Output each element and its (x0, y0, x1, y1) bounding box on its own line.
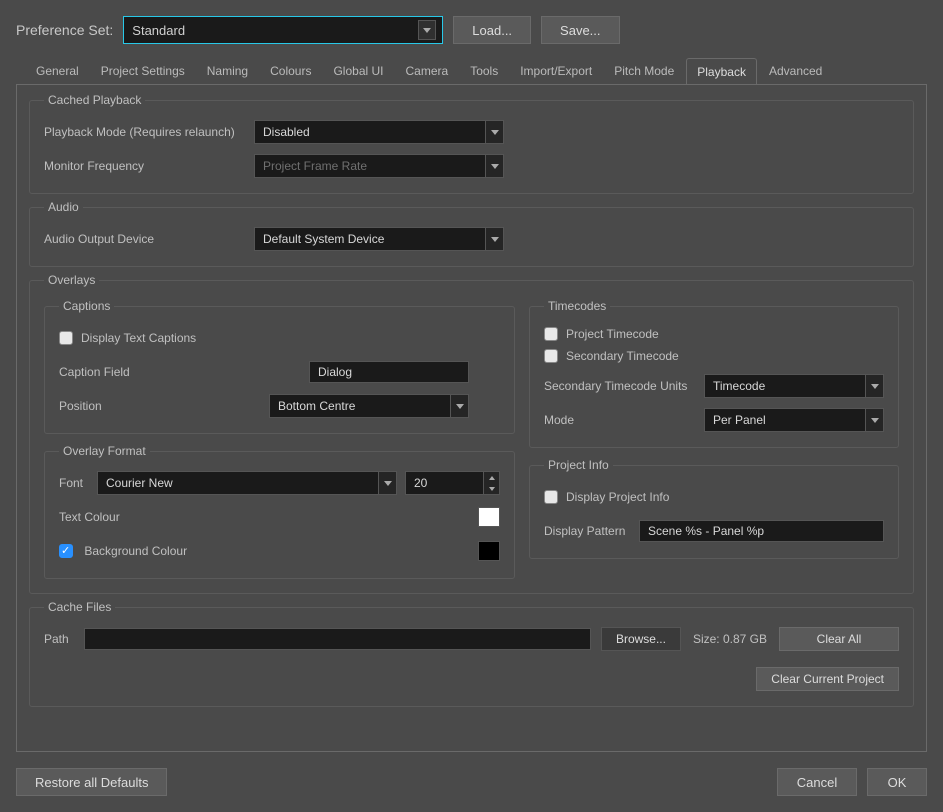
font-select[interactable]: Courier New (97, 471, 397, 495)
footer-row: Restore all Defaults Cancel OK (16, 768, 927, 796)
tab-project-settings[interactable]: Project Settings (91, 58, 195, 85)
chevron-down-icon[interactable] (865, 375, 883, 397)
chevron-down-icon[interactable] (485, 228, 503, 250)
tab-global-ui[interactable]: Global UI (323, 58, 393, 85)
overlay-format-legend: Overlay Format (59, 444, 150, 458)
audio-output-label: Audio Output Device (44, 232, 254, 246)
tab-naming[interactable]: Naming (197, 58, 258, 85)
audio-group: Audio Audio Output Device Default System… (29, 200, 914, 267)
tab-colours[interactable]: Colours (260, 58, 321, 85)
captions-legend: Captions (59, 299, 114, 313)
overlays-legend: Overlays (44, 273, 99, 287)
cached-playback-legend: Cached Playback (44, 93, 145, 107)
playback-mode-select[interactable]: Disabled (254, 120, 504, 144)
caption-field-input[interactable]: Dialog (309, 361, 469, 383)
background-colour-label: Background Colour (84, 544, 187, 558)
display-project-info-checkbox[interactable] (544, 490, 558, 504)
restore-defaults-button[interactable]: Restore all Defaults (16, 768, 167, 796)
captions-group: Captions Display Text Captions Caption F… (44, 299, 515, 434)
preference-set-label: Preference Set: (16, 22, 113, 38)
tab-general[interactable]: General (26, 58, 89, 85)
text-colour-swatch[interactable] (478, 507, 500, 527)
display-text-captions-label: Display Text Captions (81, 331, 196, 345)
path-label: Path (44, 632, 74, 646)
preference-set-select[interactable]: Standard (123, 16, 443, 44)
font-size-spinner[interactable]: 20 (405, 471, 500, 495)
secondary-units-label: Secondary Timecode Units (544, 379, 704, 393)
tab-playback[interactable]: Playback (686, 58, 757, 85)
cache-size-label: Size: 0.87 GB (693, 632, 767, 646)
header-row: Preference Set: Standard Load... Save... (16, 16, 927, 44)
secondary-timecode-label: Secondary Timecode (566, 349, 679, 363)
display-pattern-label: Display Pattern (544, 524, 639, 538)
chevron-down-icon[interactable] (485, 121, 503, 143)
overlays-group: Overlays Captions Display Text Captions … (29, 273, 914, 594)
secondary-timecode-checkbox[interactable] (544, 349, 558, 363)
clear-current-project-button[interactable]: Clear Current Project (756, 667, 899, 691)
position-select[interactable]: Bottom Centre (269, 394, 469, 418)
background-colour-swatch[interactable] (478, 541, 500, 561)
secondary-units-select[interactable]: Timecode (704, 374, 884, 398)
cancel-button[interactable]: Cancel (777, 768, 857, 796)
playback-mode-label: Playback Mode (Requires relaunch) (44, 125, 254, 139)
tab-advanced[interactable]: Advanced (759, 58, 832, 85)
tab-import-export[interactable]: Import/Export (510, 58, 602, 85)
save-button[interactable]: Save... (541, 16, 619, 44)
audio-legend: Audio (44, 200, 83, 214)
tab-pitch-mode[interactable]: Pitch Mode (604, 58, 684, 85)
tabs-row: General Project Settings Naming Colours … (26, 58, 927, 85)
chevron-down-icon (485, 155, 503, 177)
tab-camera[interactable]: Camera (396, 58, 459, 85)
project-info-group: Project Info Display Project Info Displa… (529, 458, 899, 559)
project-timecode-label: Project Timecode (566, 327, 659, 341)
chevron-down-icon[interactable] (418, 20, 436, 40)
chevron-down-icon[interactable] (450, 395, 468, 417)
cached-playback-group: Cached Playback Playback Mode (Requires … (29, 93, 914, 194)
preference-set-value: Standard (132, 23, 185, 38)
overlay-format-group: Overlay Format Font Courier New 20 (44, 444, 515, 579)
browse-button[interactable]: Browse... (601, 627, 681, 651)
display-pattern-input[interactable]: Scene %s - Panel %p (639, 520, 884, 542)
cache-files-legend: Cache Files (44, 600, 115, 614)
spinner-up-icon[interactable] (484, 472, 499, 483)
mode-select[interactable]: Per Panel (704, 408, 884, 432)
project-info-legend: Project Info (544, 458, 613, 472)
text-colour-label: Text Colour (59, 510, 120, 524)
background-colour-checkbox[interactable] (59, 544, 73, 558)
clear-all-button[interactable]: Clear All (779, 627, 899, 651)
caption-field-label: Caption Field (59, 365, 309, 379)
monitor-freq-label: Monitor Frequency (44, 159, 254, 173)
display-text-captions-checkbox[interactable] (59, 331, 73, 345)
position-label: Position (59, 399, 269, 413)
chevron-down-icon[interactable] (378, 472, 396, 494)
tab-tools[interactable]: Tools (460, 58, 508, 85)
project-timecode-checkbox[interactable] (544, 327, 558, 341)
timecodes-legend: Timecodes (544, 299, 610, 313)
path-input[interactable] (84, 628, 591, 650)
cache-files-group: Cache Files Path Browse... Size: 0.87 GB… (29, 600, 914, 707)
spinner-down-icon[interactable] (484, 483, 499, 494)
mode-label: Mode (544, 413, 704, 427)
load-button[interactable]: Load... (453, 16, 531, 44)
font-label: Font (59, 476, 89, 490)
playback-panel: Cached Playback Playback Mode (Requires … (16, 84, 927, 752)
timecodes-group: Timecodes Project Timecode Secondary Tim… (529, 299, 899, 448)
display-project-info-label: Display Project Info (566, 490, 669, 504)
monitor-freq-select: Project Frame Rate (254, 154, 504, 178)
audio-output-select[interactable]: Default System Device (254, 227, 504, 251)
ok-button[interactable]: OK (867, 768, 927, 796)
chevron-down-icon[interactable] (865, 409, 883, 431)
